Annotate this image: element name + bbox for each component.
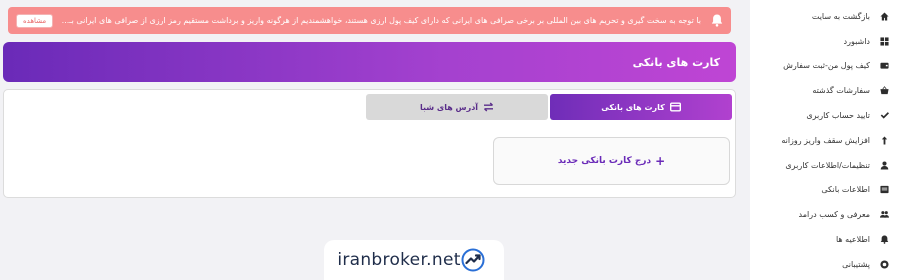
sidebar-item-label: افزایش سقف واریز روزانه xyxy=(781,135,870,145)
sidebar-item-label: پشتیبانی xyxy=(842,259,870,269)
view-notice-button[interactable]: مشاهده xyxy=(16,13,54,28)
logo-text: iranbroker.net xyxy=(337,250,461,270)
bank-icon xyxy=(878,185,890,194)
sidebar-item-past-orders[interactable]: سفارشات گذشته xyxy=(750,78,900,103)
arrow-up-icon xyxy=(878,136,890,145)
sidebar-item-label: کیف پول من-ثبت سفارش xyxy=(783,61,870,71)
user-icon xyxy=(878,161,890,170)
home-icon xyxy=(878,12,890,21)
chart-trend-icon xyxy=(461,248,485,272)
support-icon xyxy=(878,260,890,269)
sidebar-item-wallet[interactable]: کیف پول من-ثبت سفارش xyxy=(750,54,900,79)
notice-bar: با توجه به سخت گیری و تحریم های بین المل… xyxy=(8,7,731,34)
wallet-icon xyxy=(878,61,890,70)
sidebar-item-user-settings[interactable]: تنظیمات/اطلاعات کاربری xyxy=(750,153,900,178)
plus-icon: + xyxy=(655,154,666,168)
basket-icon xyxy=(878,86,890,95)
users-icon xyxy=(878,210,890,219)
sidebar-item-label: اطلاعات بانکی xyxy=(821,185,870,195)
tab-label: آدرس های شبا xyxy=(419,102,479,112)
transfer-icon xyxy=(484,102,494,112)
sidebar-item-verify-account[interactable]: تایید حساب کاربری xyxy=(750,103,900,128)
tab-label: کارت های بانکی xyxy=(601,102,665,112)
page-header: کارت های بانکی xyxy=(3,42,736,82)
sidebar-item-support[interactable]: پشتیبانی xyxy=(750,252,900,277)
notice-text: با توجه به سخت گیری و تحریم های بین المل… xyxy=(61,16,701,25)
page-title: کارت های بانکی xyxy=(632,55,720,69)
add-bank-card-button[interactable]: + درج کارت بانکی جدید xyxy=(493,137,730,185)
bank-cards-panel: کارت های بانکی آدرس های شبا + درج کارت ب… xyxy=(3,89,736,198)
sidebar-item-label: داشبورد xyxy=(843,36,870,46)
sidebar-item-label: تنظیمات/اطلاعات کاربری xyxy=(785,160,870,170)
sidebar-item-deposit-limit[interactable]: افزایش سقف واریز روزانه xyxy=(750,128,900,153)
tab-sheba-addresses[interactable]: آدرس های شبا xyxy=(366,94,548,120)
sidebar-item-label: سفارشات گذشته xyxy=(812,86,870,96)
sidebar-item-label: اطلاعیه ها xyxy=(835,235,870,245)
sidebar: بازگشت به سایت داشبورد کیف پول من-ثبت سف… xyxy=(750,0,900,280)
site-logo: iranbroker.net xyxy=(324,240,504,280)
sidebar-item-bank-info[interactable]: اطلاعات بانکی xyxy=(750,178,900,203)
sidebar-item-label: معرفی و کسب درامد xyxy=(798,210,870,220)
add-bank-card-label: درج کارت بانکی جدید xyxy=(557,156,652,166)
bell-icon xyxy=(711,14,723,27)
bell-icon xyxy=(878,235,890,244)
sidebar-item-announcements[interactable]: اطلاعیه ها xyxy=(750,227,900,252)
check-icon xyxy=(878,111,890,120)
sidebar-item-referral[interactable]: معرفی و کسب درامد xyxy=(750,202,900,227)
credit-card-icon xyxy=(669,102,681,112)
sidebar-item-dashboard[interactable]: داشبورد xyxy=(750,29,900,54)
sidebar-item-label: بازگشت به سایت xyxy=(811,11,870,21)
tab-bank-cards[interactable]: کارت های بانکی xyxy=(550,94,732,120)
grid-icon xyxy=(878,37,890,46)
sidebar-item-label: تایید حساب کاربری xyxy=(806,111,870,121)
sidebar-item-back-to-site[interactable]: بازگشت به سایت xyxy=(750,4,900,29)
